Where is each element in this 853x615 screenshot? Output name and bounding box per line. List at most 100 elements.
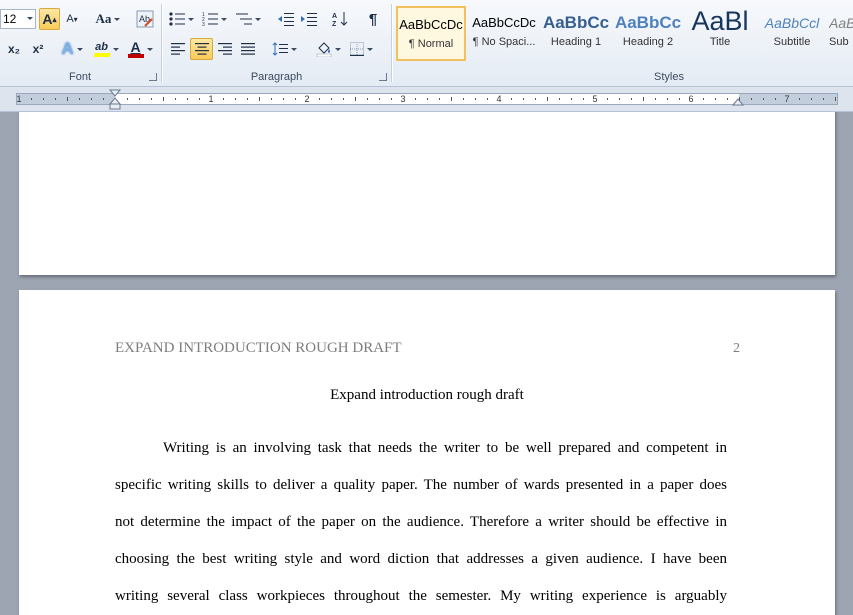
font-group-label: Font: [68, 71, 91, 83]
ruler-number: 2: [304, 94, 310, 104]
ruler-tick: [619, 98, 620, 100]
numbering-icon: 1 2 3: [202, 12, 218, 26]
align-left-button[interactable]: [167, 38, 189, 60]
font-color-swatch: [127, 53, 144, 58]
ruler-number: 7: [784, 94, 790, 104]
ruler-number: 3: [400, 94, 406, 104]
ruler-number: 6: [688, 94, 694, 104]
ruler-tick: [823, 98, 824, 100]
ruler-tick: [631, 98, 632, 100]
ruler-tick: [835, 97, 836, 101]
running-head: EXPAND INTRODUCTION ROUGH DRAFT: [115, 340, 402, 356]
borders-button[interactable]: [346, 38, 376, 60]
style-heading-1[interactable]: AaBbCc Heading 1: [541, 6, 611, 61]
numbering-button[interactable]: 1 2 3: [200, 8, 228, 30]
page-2[interactable]: EXPAND INTRODUCTION ROUGH DRAFT 2 Expand…: [19, 290, 835, 615]
align-right-icon: [218, 43, 232, 55]
ruler-number: 1: [208, 94, 214, 104]
change-case-button[interactable]: Aa: [93, 8, 123, 30]
right-indent-marker-icon[interactable]: [732, 97, 744, 107]
ruler-tick: [775, 98, 776, 100]
style-subtle-emphasis[interactable]: AaBl Sub: [829, 6, 853, 61]
ruler-tick: [43, 98, 44, 100]
shrink-font-button[interactable]: A ▾: [62, 8, 82, 30]
page-1[interactable]: [19, 112, 835, 275]
ruler-tick: [643, 97, 644, 101]
ruler-tick: [427, 98, 428, 100]
ruler-tick: [79, 98, 80, 100]
shrink-arrow-icon: ▾: [73, 14, 78, 24]
grow-arrow-icon: ▴: [52, 14, 57, 24]
ruler-strip[interactable]: 1 1 2 3 4 5 6 7: [16, 93, 838, 105]
subscript-button[interactable]: x₂: [4, 38, 24, 60]
borders-icon: [349, 42, 364, 56]
bullets-button[interactable]: [167, 8, 195, 30]
clear-formatting-button[interactable]: Ab: [134, 8, 156, 30]
ruler-tick: [283, 98, 284, 100]
ruler-tick: [559, 98, 560, 100]
ruler-tick: [355, 97, 356, 101]
ruler-tick: [91, 98, 92, 100]
multilevel-list-button[interactable]: [233, 8, 263, 30]
ruler-tick: [487, 98, 488, 100]
ruler-number: 5: [592, 94, 598, 104]
ruler-tick: [175, 98, 176, 100]
highlight-color-swatch: [93, 52, 110, 57]
paragraph-line: Writing is an involving task that needs …: [163, 440, 727, 456]
ruler-tick: [223, 98, 224, 100]
text-effects-button[interactable]: A: [58, 38, 86, 60]
styles-group-label: Styles: [654, 71, 684, 83]
ruler-tick: [391, 98, 392, 100]
ruler-tick: [799, 98, 800, 100]
justify-icon: [241, 43, 255, 55]
align-right-button[interactable]: [214, 38, 236, 60]
font-dialog-launcher-icon[interactable]: [149, 73, 157, 81]
ruler-tick: [139, 98, 140, 100]
ruler-tick: [523, 98, 524, 100]
ruler-tick: [607, 98, 608, 100]
increase-indent-button[interactable]: [298, 8, 320, 30]
ruler-tick: [151, 98, 152, 100]
style-title[interactable]: AaBl Title: [685, 6, 755, 61]
superscript-button[interactable]: x²: [28, 38, 48, 60]
align-left-icon: [171, 43, 185, 55]
highlight-button[interactable]: ab: [90, 38, 122, 60]
style-subtitle[interactable]: AaBbCcl Subtitle: [757, 6, 827, 61]
paragraph-dialog-launcher-icon[interactable]: [379, 73, 387, 81]
line-spacing-icon: [272, 42, 288, 56]
ruler-tick: [55, 98, 56, 100]
increase-indent-icon: [301, 13, 317, 26]
document-canvas[interactable]: EXPAND INTRODUCTION ROUGH DRAFT 2 Expand…: [0, 112, 853, 615]
ruler-tick: [103, 98, 104, 100]
ruler-tick: [199, 98, 200, 100]
styles-group: AaBbCcDc ¶ Normal AaBbCcDc ¶ No Spaci...…: [393, 0, 853, 86]
font-size-dropdown-icon[interactable]: [27, 17, 33, 20]
svg-text:A: A: [332, 13, 337, 20]
style-heading-2[interactable]: AaBbCc Heading 2: [613, 6, 683, 61]
ruler-tick: [511, 98, 512, 100]
ruler-tick: [295, 98, 296, 100]
indent-marker-icon[interactable]: [109, 89, 121, 111]
grow-font-button[interactable]: A ▴: [39, 8, 60, 30]
body-paragraph[interactable]: Writing is an involving task that needs …: [115, 430, 727, 615]
ruler-tick: [379, 98, 380, 100]
line-spacing-button[interactable]: [269, 38, 299, 60]
ruler-tick: [31, 98, 32, 100]
ruler-tick: [187, 98, 188, 100]
show-formatting-marks-button[interactable]: ¶: [362, 8, 384, 30]
shading-button[interactable]: [313, 38, 343, 60]
font-color-button[interactable]: A: [125, 38, 155, 60]
style-normal[interactable]: AaBbCcDc ¶ Normal: [396, 6, 466, 61]
horizontal-ruler[interactable]: 1 1 2 3 4 5 6 7: [0, 87, 853, 112]
sort-button[interactable]: A Z: [329, 8, 351, 30]
ruler-tick: [271, 98, 272, 100]
justify-button[interactable]: [237, 38, 259, 60]
ruler-tick: [811, 98, 812, 100]
paragraph-line: choosing the best writing style and word…: [115, 551, 727, 567]
ruler-tick: [463, 98, 464, 100]
ruler-tick: [703, 98, 704, 100]
align-center-icon: [194, 43, 209, 55]
decrease-indent-button[interactable]: [275, 8, 297, 30]
align-center-button[interactable]: [190, 38, 213, 60]
style-no-spacing[interactable]: AaBbCcDc ¶ No Spaci...: [469, 6, 539, 61]
